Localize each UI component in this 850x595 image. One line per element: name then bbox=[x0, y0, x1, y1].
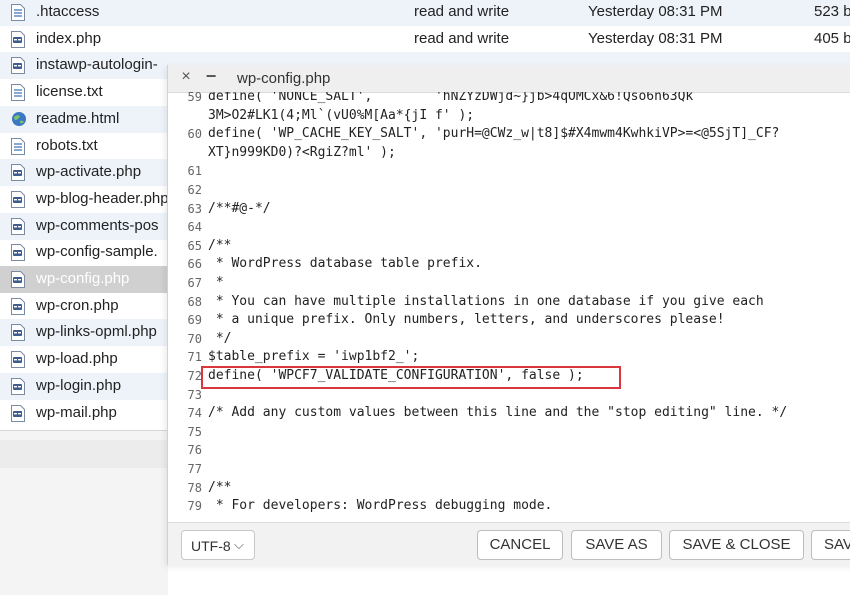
code-editor[interactable]: 59 define( 'NONCE_SALT', 'hNZYzDWjd~}jb>4… bbox=[168, 92, 850, 522]
code-text: * bbox=[208, 275, 224, 290]
code-text: define( 'WP_CACHE_KEY_SALT', 'purH=@CWz_… bbox=[208, 126, 780, 142]
cancel-button[interactable]: CANCEL bbox=[477, 530, 563, 560]
editor-footer: UTF-8 ⌵ CANCEL SAVE AS SAVE & CLOSE SAVE bbox=[168, 522, 850, 566]
footer-divider bbox=[0, 430, 168, 431]
globe-icon bbox=[11, 111, 26, 128]
file-size: 405 b bbox=[814, 29, 850, 47]
chevron-down-icon: ⌵ bbox=[234, 537, 244, 552]
file-editor-dialog: × − wp-config.php 59 define( 'NONCE_SALT'… bbox=[167, 65, 850, 566]
line-number: 71 bbox=[187, 350, 202, 365]
file-name: wp-config.php bbox=[36, 270, 130, 287]
file-name: wp-mail.php bbox=[36, 403, 117, 421]
editor-header: × − wp-config.php bbox=[168, 65, 850, 93]
code-text: * For developers: WordPress debugging mo… bbox=[208, 498, 553, 514]
file-name: wp-activate.php bbox=[36, 163, 142, 181]
file-name: wp-login.php bbox=[36, 376, 122, 394]
file-name: wp-blog-header.php bbox=[36, 189, 169, 207]
line-number: 59 bbox=[187, 92, 202, 104]
file-row[interactable]: .htaccess read and write Yesterday 08:31 P… bbox=[0, 0, 850, 26]
php-file-icon bbox=[11, 351, 25, 369]
line-number: 72 bbox=[187, 369, 202, 383]
line-number: 65 bbox=[187, 238, 202, 253]
code-text: /* Add any custom values between this li… bbox=[208, 405, 788, 421]
php-file-icon bbox=[11, 297, 25, 315]
code-text: 3M>O2#LK1(4;Ml`(vU0%M[Aa*{jI f' ); bbox=[208, 107, 475, 123]
watermark: minwt.com bbox=[737, 572, 828, 590]
file-row[interactable]: index.php read and write Yesterday 08:31 P… bbox=[0, 26, 850, 53]
code-text: /** bbox=[208, 237, 232, 253]
line-number: 66 bbox=[187, 257, 202, 272]
footer-bar bbox=[0, 440, 168, 468]
line-number: 63 bbox=[187, 201, 202, 216]
code-text: $table_prefix = 'iwp1bf2_'; bbox=[208, 349, 420, 365]
php-file-icon bbox=[11, 217, 25, 235]
close-icon[interactable]: × bbox=[178, 68, 194, 88]
file-name: license.txt bbox=[36, 83, 103, 101]
editor-title: wp-config.php bbox=[237, 70, 331, 87]
highlight-box bbox=[201, 366, 621, 389]
file-name: wp-comments-pos bbox=[36, 216, 159, 234]
line-number: 64 bbox=[187, 220, 202, 235]
file-modified: Yesterday 08:31 PM bbox=[588, 3, 723, 20]
file-name: wp-load.php bbox=[36, 350, 118, 368]
file-name: wp-config-sample. bbox=[36, 243, 158, 261]
php-file-icon bbox=[11, 377, 25, 395]
line-number: 61 bbox=[187, 164, 202, 179]
php-file-icon bbox=[11, 244, 25, 262]
save-and-close-button[interactable]: SAVE & CLOSE bbox=[669, 530, 804, 560]
text-file-icon bbox=[11, 4, 25, 21]
file-permissions: read and write bbox=[414, 29, 510, 47]
php-file-icon bbox=[11, 404, 25, 422]
file-name: instawp-autologin- bbox=[36, 56, 158, 74]
code-text: * You can have multiple installations in… bbox=[208, 293, 764, 309]
file-name: wp-links-opml.php bbox=[36, 323, 157, 341]
line-number: 68 bbox=[187, 294, 202, 309]
code-text: * WordPress database table prefix. bbox=[208, 256, 482, 272]
line-number: 77 bbox=[187, 462, 202, 476]
code-text: /**#@-*/ bbox=[208, 200, 271, 216]
text-file-icon bbox=[11, 137, 25, 155]
save-as-button[interactable]: SAVE AS bbox=[571, 530, 662, 560]
line-number: 73 bbox=[187, 387, 202, 402]
file-name: .htaccess bbox=[36, 3, 100, 20]
code-text: define( 'NONCE_SALT', 'hNZYzDWjd~}jb>4qO… bbox=[208, 92, 694, 104]
php-file-icon bbox=[11, 324, 25, 342]
file-name: index.php bbox=[36, 29, 102, 47]
encoding-select[interactable]: UTF-8 ⌵ bbox=[181, 530, 255, 560]
php-file-icon bbox=[11, 164, 25, 182]
line-number: 60 bbox=[187, 127, 202, 142]
line-number: 78 bbox=[187, 480, 202, 495]
code-text: /** bbox=[208, 479, 232, 495]
php-file-icon bbox=[11, 30, 25, 48]
file-name: readme.html bbox=[36, 109, 120, 127]
text-file-icon bbox=[11, 84, 25, 102]
code-text: */ bbox=[208, 330, 232, 346]
file-size: 523 b bbox=[814, 3, 850, 20]
save-button[interactable]: SAVE bbox=[811, 530, 850, 560]
file-name: wp-cron.php bbox=[36, 296, 119, 314]
line-number: 67 bbox=[187, 276, 202, 290]
php-file-icon bbox=[11, 57, 25, 75]
file-name: robots.txt bbox=[36, 136, 98, 154]
line-number: 70 bbox=[187, 331, 202, 346]
line-number: 79 bbox=[187, 499, 202, 514]
line-number: 75 bbox=[187, 424, 202, 439]
php-file-icon bbox=[11, 271, 25, 288]
line-number: 74 bbox=[187, 406, 202, 421]
file-permissions: read and write bbox=[414, 3, 510, 20]
php-file-icon bbox=[11, 190, 25, 208]
minimize-icon[interactable]: − bbox=[203, 66, 219, 88]
line-number: 62 bbox=[187, 183, 202, 197]
line-number: 76 bbox=[187, 443, 202, 458]
code-text: * a unique prefix. Only numbers, letters… bbox=[208, 312, 725, 328]
code-text: XT}n999KD0)?<RgiZ?ml' ); bbox=[208, 144, 396, 160]
line-number: 69 bbox=[187, 313, 202, 328]
encoding-value: UTF-8 bbox=[191, 538, 231, 554]
file-modified: Yesterday 08:31 PM bbox=[588, 29, 723, 47]
